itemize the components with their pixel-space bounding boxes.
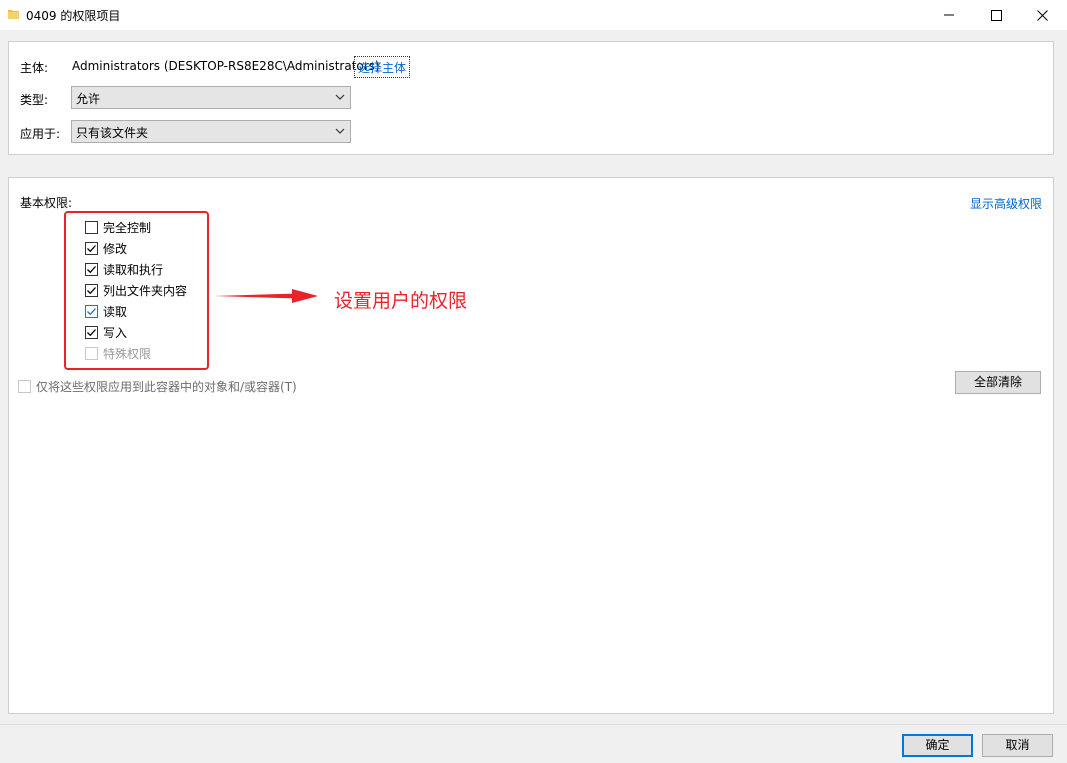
- applies-to-dropdown[interactable]: 只有该文件夹: [71, 120, 351, 143]
- permission-read[interactable]: 读取: [85, 302, 127, 320]
- permission-write[interactable]: 写入: [85, 323, 127, 341]
- checkbox[interactable]: [85, 262, 98, 276]
- title-bar: 0409 的权限项目: [0, 0, 1067, 30]
- window-title: 0409 的权限项目: [26, 9, 121, 23]
- checkbox: [85, 346, 98, 360]
- permission-label: 完全控制: [103, 220, 152, 235]
- permission-label: 修改: [103, 241, 128, 256]
- checkbox[interactable]: [85, 220, 98, 234]
- permission-list-folder-contents[interactable]: 列出文件夹内容: [85, 281, 187, 299]
- clear-all-button[interactable]: 全部清除: [955, 371, 1041, 394]
- chevron-down-icon: [335, 128, 345, 134]
- checkbox[interactable]: [85, 304, 98, 318]
- basic-permissions-panel: 基本权限: 显示高级权限 完全控制 修改 读取和执行 列出文件夹内容 读取 写入…: [8, 177, 1054, 714]
- minimize-button[interactable]: [926, 0, 972, 30]
- basic-permissions-heading: 基本权限:: [20, 196, 73, 210]
- permission-modify[interactable]: 修改: [85, 239, 127, 257]
- checkbox: [18, 379, 31, 393]
- maximize-button[interactable]: [973, 0, 1019, 30]
- annotation-text: 设置用户的权限: [334, 290, 468, 312]
- checkmark-icon: [87, 328, 96, 336]
- dialog-footer: 确定 取消: [0, 724, 1067, 763]
- permission-special: 特殊权限: [85, 344, 151, 362]
- checkbox[interactable]: [85, 241, 98, 255]
- permission-label: 列出文件夹内容: [103, 283, 188, 298]
- permission-read-execute[interactable]: 读取和执行: [85, 260, 163, 278]
- apply-only-label: 仅将这些权限应用到此容器中的对象和/或容器(T): [36, 379, 297, 394]
- cancel-button[interactable]: 取消: [982, 734, 1053, 757]
- type-dropdown[interactable]: 允许: [71, 86, 351, 109]
- permission-label: 读取: [103, 304, 128, 319]
- checkmark-icon: [87, 244, 96, 252]
- checkbox[interactable]: [85, 283, 98, 297]
- checkmark-icon: [87, 286, 96, 294]
- permission-entry-dialog: 0409 的权限项目 主体: Administrators (DESKTOP-R…: [0, 0, 1067, 763]
- permission-full-control[interactable]: 完全控制: [85, 218, 151, 236]
- permission-label: 写入: [103, 325, 128, 340]
- principal-label: 主体:: [20, 61, 49, 75]
- checkmark-icon: [87, 265, 96, 273]
- folder-icon: [8, 8, 20, 20]
- apply-only-to-container-option: 仅将这些权限应用到此容器中的对象和/或容器(T): [18, 377, 297, 395]
- applies-to-label: 应用于:: [20, 127, 61, 141]
- principal-panel: 主体: Administrators (DESKTOP-RS8E28C\Admi…: [8, 41, 1054, 155]
- ok-button[interactable]: 确定: [902, 734, 973, 757]
- type-label: 类型:: [20, 93, 49, 107]
- checkmark-icon: [87, 307, 96, 315]
- type-dropdown-value: 允许: [76, 92, 101, 106]
- principal-value: Administrators (DESKTOP-RS8E28C\Administ…: [72, 59, 380, 73]
- show-advanced-permissions-link[interactable]: 显示高级权限: [970, 195, 1042, 212]
- select-principal-link[interactable]: 选择主体: [354, 56, 411, 78]
- permission-label: 特殊权限: [103, 346, 152, 361]
- permission-label: 读取和执行: [103, 262, 164, 277]
- checkbox[interactable]: [85, 325, 98, 339]
- annotation-arrow-icon: [214, 289, 318, 303]
- applies-to-dropdown-value: 只有该文件夹: [76, 126, 149, 140]
- close-button[interactable]: [1019, 0, 1065, 30]
- chevron-down-icon: [335, 94, 345, 100]
